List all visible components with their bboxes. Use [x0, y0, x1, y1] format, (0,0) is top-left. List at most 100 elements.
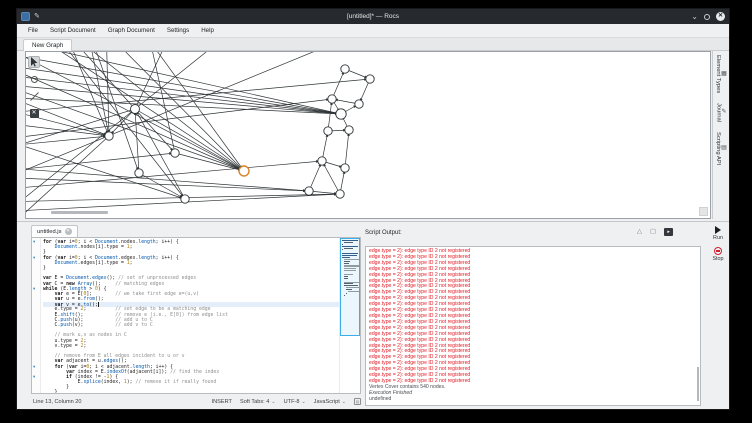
graph-node[interactable]: [305, 187, 313, 195]
debug-output-icon[interactable]: △: [637, 228, 642, 236]
fold-arrow-icon[interactable]: ▾: [33, 239, 35, 245]
side-panel-tabs: ▦Element Types ✎Journal ▤Scripting API: [712, 51, 729, 219]
graph-node[interactable]: [318, 157, 326, 165]
graph-edge[interactable]: [332, 69, 345, 99]
graph-edge[interactable]: [26, 167, 309, 191]
titlebar[interactable]: ✎ [untitled]* — Rocs ⌄ ✕: [17, 9, 729, 24]
run-button[interactable]: Run: [705, 226, 730, 241]
stop-icon: [714, 247, 722, 255]
graph-node[interactable]: [336, 190, 344, 198]
line-icon: [30, 92, 39, 101]
side-tab-scripting-api[interactable]: ▤Scripting API: [715, 132, 727, 165]
graph-edge[interactable]: [146, 52, 175, 153]
editor-tab[interactable]: untitled.js ✕: [31, 225, 78, 237]
output-toolbar: △ ▢ ▸: [637, 228, 673, 236]
graph-node[interactable]: [324, 127, 332, 135]
maximize-button[interactable]: [704, 14, 710, 20]
menu-item-settings[interactable]: Settings: [161, 27, 195, 34]
graph-edge[interactable]: [309, 161, 322, 191]
delete-icon: ✕: [30, 109, 39, 118]
tab-close-icon[interactable]: ✕: [65, 228, 72, 235]
graph-node[interactable]: [336, 109, 346, 119]
canvas-scroll-corner: [699, 207, 708, 216]
graph-node-selected[interactable]: [239, 166, 249, 176]
chevron-down-icon: ⌄: [271, 399, 275, 405]
graph-tabbar: New Graph: [17, 38, 729, 51]
side-tab-label: Journal: [715, 103, 721, 122]
graph-edge[interactable]: [56, 52, 244, 171]
program-output-icon[interactable]: ▢: [650, 228, 656, 236]
tab-new-graph[interactable]: New Graph: [23, 39, 72, 51]
code-line[interactable]: }: [43, 390, 339, 393]
fold-arrow-icon[interactable]: ▾: [33, 255, 35, 261]
rocs-window: ✎ [untitled]* — Rocs ⌄ ✕ FileScript Docu…: [16, 8, 730, 410]
graph-node[interactable]: [328, 95, 336, 103]
graph-edge[interactable]: [26, 74, 341, 114]
menu-item-script-document[interactable]: Script Document: [44, 27, 102, 34]
graph-node[interactable]: [181, 195, 189, 203]
graph-edge[interactable]: [26, 161, 322, 190]
graph-svg: [26, 52, 711, 219]
graph-node[interactable]: [366, 75, 374, 83]
fold-arrow-icon[interactable]: ▾: [33, 364, 35, 370]
window-title: [untitled]* — Rocs: [17, 13, 729, 20]
output-scrollbar[interactable]: [697, 367, 699, 401]
menu-item-file[interactable]: File: [22, 27, 44, 34]
menu-item-help[interactable]: Help: [195, 27, 220, 34]
code-area[interactable]: for (var i=0; i < Document.nodes.length;…: [41, 238, 339, 393]
encoding-select[interactable]: UTF-8⌄: [284, 399, 306, 405]
select-tool[interactable]: [28, 56, 40, 68]
editor-minimap[interactable]: [339, 238, 360, 393]
element-types-icon: ▦: [721, 70, 727, 77]
graph-node[interactable]: [135, 169, 143, 177]
chevron-down-icon: ⌄: [301, 399, 305, 405]
script-output-title: Script Output:: [365, 230, 402, 236]
insert-mode[interactable]: INSERT: [212, 399, 232, 405]
graph-canvas[interactable]: ✕: [25, 51, 711, 219]
fold-arrow-icon[interactable]: ▾: [33, 286, 35, 292]
graph-edge[interactable]: [135, 109, 175, 153]
graph-edge[interactable]: [26, 153, 175, 172]
menu-item-graph-document[interactable]: Graph Document: [102, 27, 161, 34]
graph-edge[interactable]: [26, 136, 109, 147]
editor-settings-icon[interactable]: ▤: [354, 398, 361, 405]
graph-node[interactable]: [345, 126, 353, 134]
graph-node[interactable]: [105, 132, 113, 140]
fold-margin: ▾ ▾ ▾ ▾ ▾: [32, 238, 41, 393]
circle-icon: [31, 76, 38, 83]
menubar: FileScript DocumentGraph DocumentSetting…: [17, 24, 729, 38]
scripting-api-icon: ▤: [721, 144, 727, 151]
delete-tool[interactable]: ✕: [28, 107, 40, 119]
tab-width-select[interactable]: Soft Tabs: 4⌄: [240, 399, 276, 405]
canvas-horizontal-scrollbar[interactable]: [51, 211, 108, 214]
graph-node[interactable]: [131, 105, 140, 114]
minimap-viewport[interactable]: [340, 238, 360, 336]
stop-button[interactable]: Stop: [705, 247, 730, 262]
side-tab-element-types[interactable]: ▦Element Types: [715, 55, 727, 93]
side-tab-label: Scripting API: [715, 132, 721, 165]
editor-tab-label: untitled.js: [37, 226, 62, 238]
side-tab-journal[interactable]: ✎Journal: [715, 103, 726, 122]
language-select[interactable]: JavaScript⌄: [314, 399, 346, 405]
close-button[interactable]: ✕: [716, 12, 725, 21]
graph-node[interactable]: [341, 164, 349, 172]
graph-edge[interactable]: [26, 122, 109, 136]
cursor-position: Line 13, Column 20: [33, 399, 82, 405]
graph-edge[interactable]: [328, 99, 332, 131]
fold-arrow-icon[interactable]: ▾: [33, 374, 35, 380]
graph-node[interactable]: [171, 149, 179, 157]
graph-edge[interactable]: [345, 130, 349, 168]
graph-node[interactable]: [355, 100, 363, 108]
code-editor[interactable]: ▾ ▾ ▾ ▾ ▾ for (var i=0; i < Document.nodes.l…: [31, 237, 361, 394]
add-node-tool[interactable]: [28, 73, 40, 85]
graph-edge[interactable]: [309, 191, 340, 194]
console-toggle-icon[interactable]: ▸: [664, 228, 673, 236]
add-edge-tool[interactable]: [28, 90, 40, 102]
script-output-console[interactable]: edge.type = 2): edge type ID 2 not regis…: [365, 246, 701, 406]
play-icon: [715, 226, 721, 234]
graph-toolbar: ✕: [28, 56, 42, 119]
graph-node[interactable]: [341, 65, 349, 73]
run-controls: Run Stop: [705, 226, 730, 268]
minimize-button[interactable]: ⌄: [691, 13, 698, 21]
side-tab-label: Element Types: [715, 55, 721, 93]
